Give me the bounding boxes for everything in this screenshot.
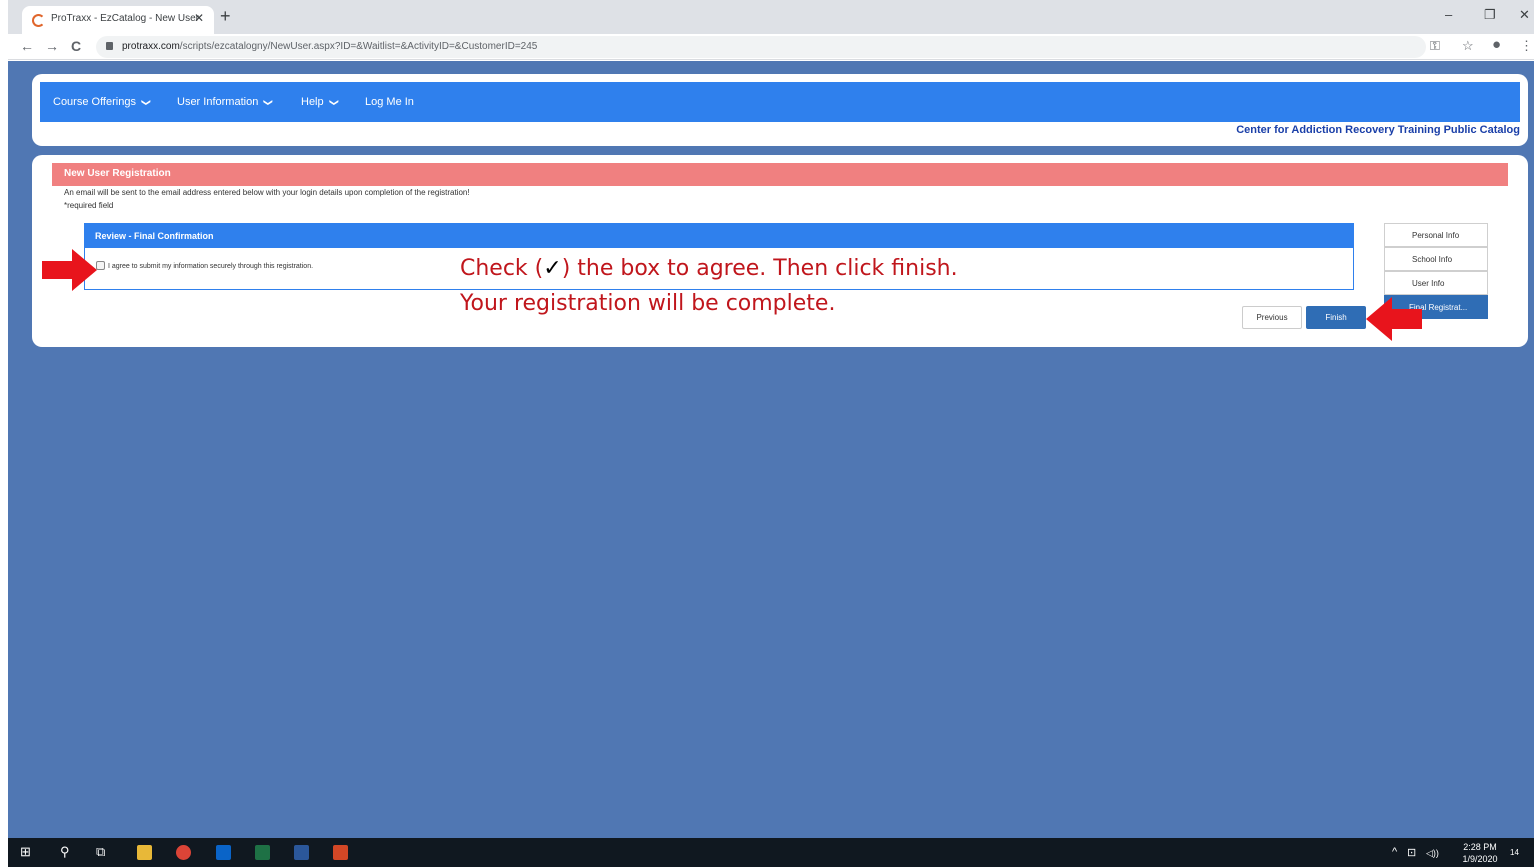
registration-card: New User Registration An email will be s… [32,155,1528,347]
finish-button[interactable]: Finish [1306,306,1366,329]
word-icon[interactable] [294,845,309,860]
instruction-line-2: Your registration will be complete. [460,291,836,316]
chevron-down-icon: ❯ [263,98,274,107]
excel-icon[interactable] [255,845,270,860]
restore-icon[interactable]: ❐ [1484,7,1496,23]
step-school-info[interactable]: School Info [1384,247,1488,271]
url-text: protraxx.com/scripts/ezcatalogny/NewUser… [122,41,538,52]
reload-icon[interactable]: C [71,38,81,54]
page-background: Course Offerings ❯ User Information ❯ Help… [8,61,1534,838]
tab-title: ProTraxx - EzCatalog - New User [51,13,199,24]
main-nav: Course Offerings ❯ User Information ❯ Help… [40,82,1520,122]
required-note: *required field [64,201,114,210]
protraxx-favicon-icon [32,14,45,27]
site-header: Course Offerings ❯ User Information ❯ Help… [32,74,1528,146]
catalog-title-link[interactable]: Center for Addiction Recovery Training P… [1236,124,1520,136]
new-tab-button[interactable]: + [220,6,231,27]
right-arrow-icon [42,249,97,291]
tray-chevron-icon[interactable]: ^ [1392,846,1397,858]
windows-taskbar: ⊞ ⚲ ⧉ ^ ⊡ ◁)) 2:28 PM 1/9/2020 14 [8,838,1534,867]
chevron-down-icon: ❯ [328,98,339,107]
registration-banner: New User Registration [52,163,1508,186]
outlook-icon[interactable] [216,845,231,860]
profile-avatar-icon[interactable]: ● [1492,36,1501,53]
address-bar[interactable]: protraxx.com/scripts/ezcatalogny/NewUser… [96,36,1426,58]
back-arrow-icon[interactable]: ← [20,38,34,54]
agree-label[interactable]: I agree to submit my information securel… [108,263,313,270]
chevron-down-icon: ❯ [141,98,152,107]
instruction-line-1: Check (✓) the box to agree. Then click f… [460,256,958,281]
nav-user-information[interactable]: User Information ❯ [177,96,274,108]
left-arrow-icon [1366,297,1422,341]
minimize-icon[interactable]: – [1445,7,1452,22]
email-notice: An email will be sent to the email addre… [64,188,470,197]
lock-icon [106,42,113,50]
key-icon[interactable]: ⚿ [1430,38,1440,54]
file-explorer-icon[interactable] [137,845,152,860]
nav-course-offerings[interactable]: Course Offerings ❯ [53,96,152,108]
search-icon[interactable]: ⚲ [60,844,70,860]
browser-menu-icon[interactable]: ⋮ [1520,38,1533,54]
browser-toolbar: ← → C protraxx.com/scripts/ezcatalogny/N… [8,34,1534,60]
windows-start-icon[interactable]: ⊞ [20,844,31,860]
registration-title: New User Registration [64,168,171,179]
volume-icon[interactable]: ◁)) [1426,848,1439,859]
previous-button[interactable]: Previous [1242,306,1302,329]
chrome-icon[interactable] [176,845,191,860]
step-user-info[interactable]: User Info [1384,271,1488,295]
nav-log-me-in[interactable]: Log Me In [365,96,414,108]
check-mark-icon: ✓ [543,256,562,281]
powerpoint-icon[interactable] [333,845,348,860]
tab-close-icon[interactable]: ✕ [194,11,204,25]
network-icon[interactable]: ⊡ [1407,846,1416,859]
review-panel-header: Review - Final Confirmation [85,224,1353,248]
nav-help[interactable]: Help ❯ [301,96,339,108]
window-close-icon[interactable]: ✕ [1519,7,1530,23]
review-panel-title: Review - Final Confirmation [95,231,214,241]
bookmark-star-icon[interactable]: ☆ [1462,38,1474,54]
task-view-icon[interactable]: ⧉ [96,844,105,860]
notification-icon[interactable]: 14 [1510,848,1519,857]
browser-titlebar: ProTraxx - EzCatalog - New User ✕ + – ❐ … [8,0,1534,34]
system-clock[interactable]: 2:28 PM 1/9/2020 [1456,841,1504,865]
browser-tab[interactable]: ProTraxx - EzCatalog - New User ✕ [22,6,214,34]
step-personal-info[interactable]: Personal Info [1384,223,1488,247]
forward-arrow-icon[interactable]: → [45,38,59,54]
